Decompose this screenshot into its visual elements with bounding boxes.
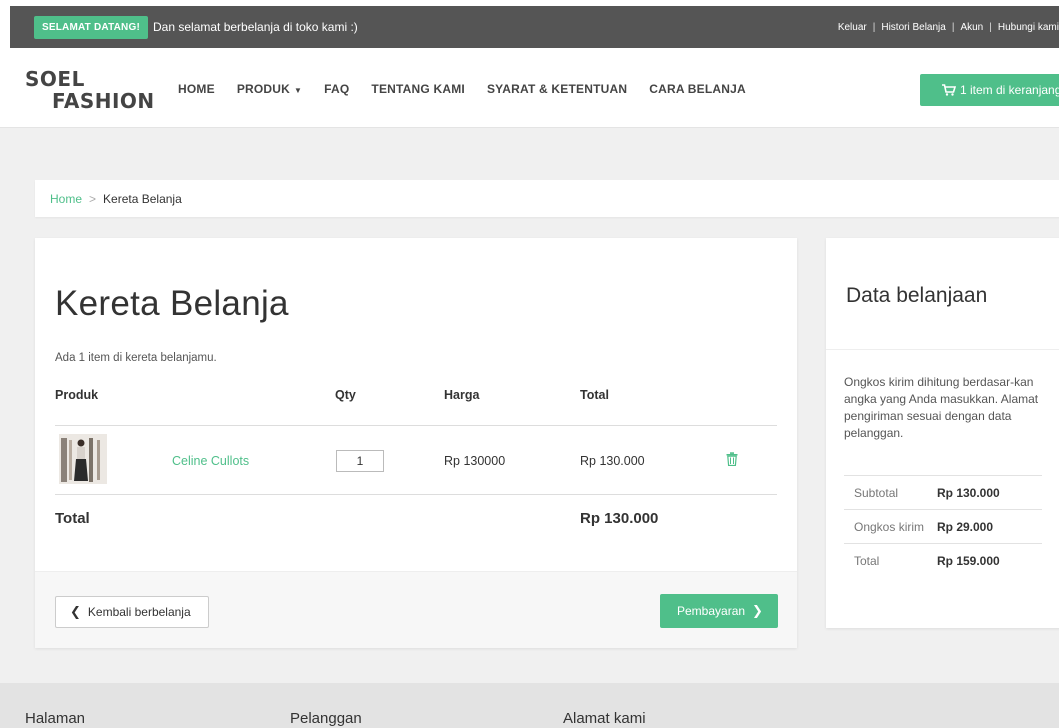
breadcrumb-separator: >	[89, 191, 97, 206]
summary-row-total: Total Rp 159.000	[844, 543, 1042, 577]
top-link-separator: |	[951, 21, 955, 33]
cart-button[interactable]: 1 item di keranjang	[920, 74, 1059, 106]
nav-syarat-ketentuan[interactable]: SYARAT & KETENTUAN	[487, 82, 627, 96]
caret-down-icon: ▼	[294, 86, 303, 95]
checkout-label: Pembayaran	[677, 604, 746, 618]
trash-icon[interactable]	[726, 452, 738, 466]
top-bar-inner: SELAMAT DATANG! Dan selamat berbelanja d…	[10, 6, 1059, 48]
shopping-cart-icon	[942, 84, 956, 96]
summary-row-subtotal: Subtotal Rp 130.000	[844, 475, 1042, 509]
continue-shopping-button[interactable]: ❮ Kembali berbelanja	[55, 596, 209, 628]
cart-button-label: 1 item di keranjang	[960, 83, 1059, 97]
chevron-left-icon: ❮	[70, 604, 81, 619]
column-header-total: Total	[580, 388, 609, 402]
breadcrumb-home[interactable]: Home	[50, 192, 82, 206]
summary-divider	[826, 349, 1059, 350]
nav-home[interactable]: HOME	[178, 82, 215, 96]
column-header-harga: Harga	[444, 388, 480, 402]
cart-panel: Kereta Belanja Ada 1 item di kereta bela…	[35, 238, 797, 648]
contact-link[interactable]: Hubungi kami	[998, 22, 1059, 33]
summary-value: Rp 130.000	[937, 485, 1000, 500]
checkout-button[interactable]: Pembayaran ❯	[660, 594, 778, 628]
page-title: Kereta Belanja	[55, 284, 289, 323]
site-header: SOEL FASHION HOME PRODUK ▼ FAQ TENTANG KA…	[0, 54, 1059, 128]
summary-label: Subtotal	[854, 485, 899, 500]
product-thumbnail[interactable]	[59, 434, 107, 484]
summary-value: Rp 159.000	[937, 553, 1000, 568]
logo-line-1: SOEL	[25, 67, 85, 91]
table-divider	[55, 494, 777, 495]
summary-value: Rp 29.000	[937, 519, 994, 534]
welcome-text: Dan selamat berbelanja di toko kami :)	[153, 20, 358, 34]
welcome-badge: SELAMAT DATANG!	[34, 15, 148, 39]
grand-total-value: Rp 130.000	[580, 510, 659, 527]
logout-link[interactable]: Keluar	[838, 22, 867, 33]
top-links: Keluar | Histori Belanja | Akun | Hubung…	[838, 6, 1059, 48]
item-total: Rp 130.000	[580, 454, 645, 468]
chevron-right-icon: ❯	[752, 603, 763, 618]
nav-tentang-kami[interactable]: TENTANG KAMI	[371, 82, 465, 96]
top-bar: SELAMAT DATANG! Dan selamat berbelanja d…	[0, 0, 1059, 54]
summary-row-shipping: Ongkos kirim Rp 29.000	[844, 509, 1042, 543]
logo-line-2: FASHION	[52, 89, 155, 113]
summary-description: Ongkos kirim dihitung berdasar-kan angka…	[844, 375, 1039, 440]
continue-shopping-label: Kembali berbelanja	[87, 605, 191, 619]
table-divider	[55, 425, 777, 426]
summary-label: Total	[854, 553, 880, 568]
nav-cara-belanja[interactable]: CARA BELANJA	[649, 82, 746, 96]
summary-label: Ongkos kirim	[854, 519, 925, 534]
main-nav: HOME PRODUK ▼ FAQ TENTANG KAMI SYARAT & K…	[178, 82, 768, 96]
product-name-link[interactable]: Celine Cullots	[172, 454, 249, 468]
column-header-produk: Produk	[55, 388, 99, 402]
nav-produk-label: PRODUK	[236, 82, 291, 96]
footer-heading-halaman: Halaman	[25, 710, 86, 727]
order-history-link[interactable]: Histori Belanja	[881, 22, 945, 33]
cart-item-count-text: Ada 1 item di kereta belanjamu.	[55, 352, 217, 364]
top-link-separator: |	[872, 21, 876, 33]
item-price: Rp 130000	[444, 454, 506, 468]
breadcrumb-current: Kereta Belanja	[103, 191, 182, 206]
account-link[interactable]: Akun	[960, 22, 983, 33]
site-footer: Halaman Pelanggan Alamat kami	[0, 683, 1059, 728]
nav-produk[interactable]: PRODUK ▼	[237, 82, 302, 96]
footer-heading-alamat: Alamat kami	[563, 710, 646, 727]
grand-total-label: Total	[55, 510, 90, 527]
quantity-input[interactable]: 1	[336, 450, 384, 472]
site-logo[interactable]: SOEL FASHION	[25, 68, 155, 112]
column-header-qty: Qty	[335, 388, 356, 402]
cart-actions: ❮ Kembali berbelanja Pembayaran ❯	[35, 571, 797, 648]
top-link-separator: |	[989, 21, 992, 33]
summary-title: Data belanjaan	[846, 284, 988, 307]
product-image	[59, 434, 107, 484]
footer-heading-pelanggan: Pelanggan	[290, 710, 362, 727]
nav-faq[interactable]: FAQ	[324, 82, 349, 96]
breadcrumb: Home > Kereta Belanja	[35, 180, 1059, 217]
order-summary-panel: Data belanjaan Ongkos kirim dihitung ber…	[826, 238, 1059, 628]
